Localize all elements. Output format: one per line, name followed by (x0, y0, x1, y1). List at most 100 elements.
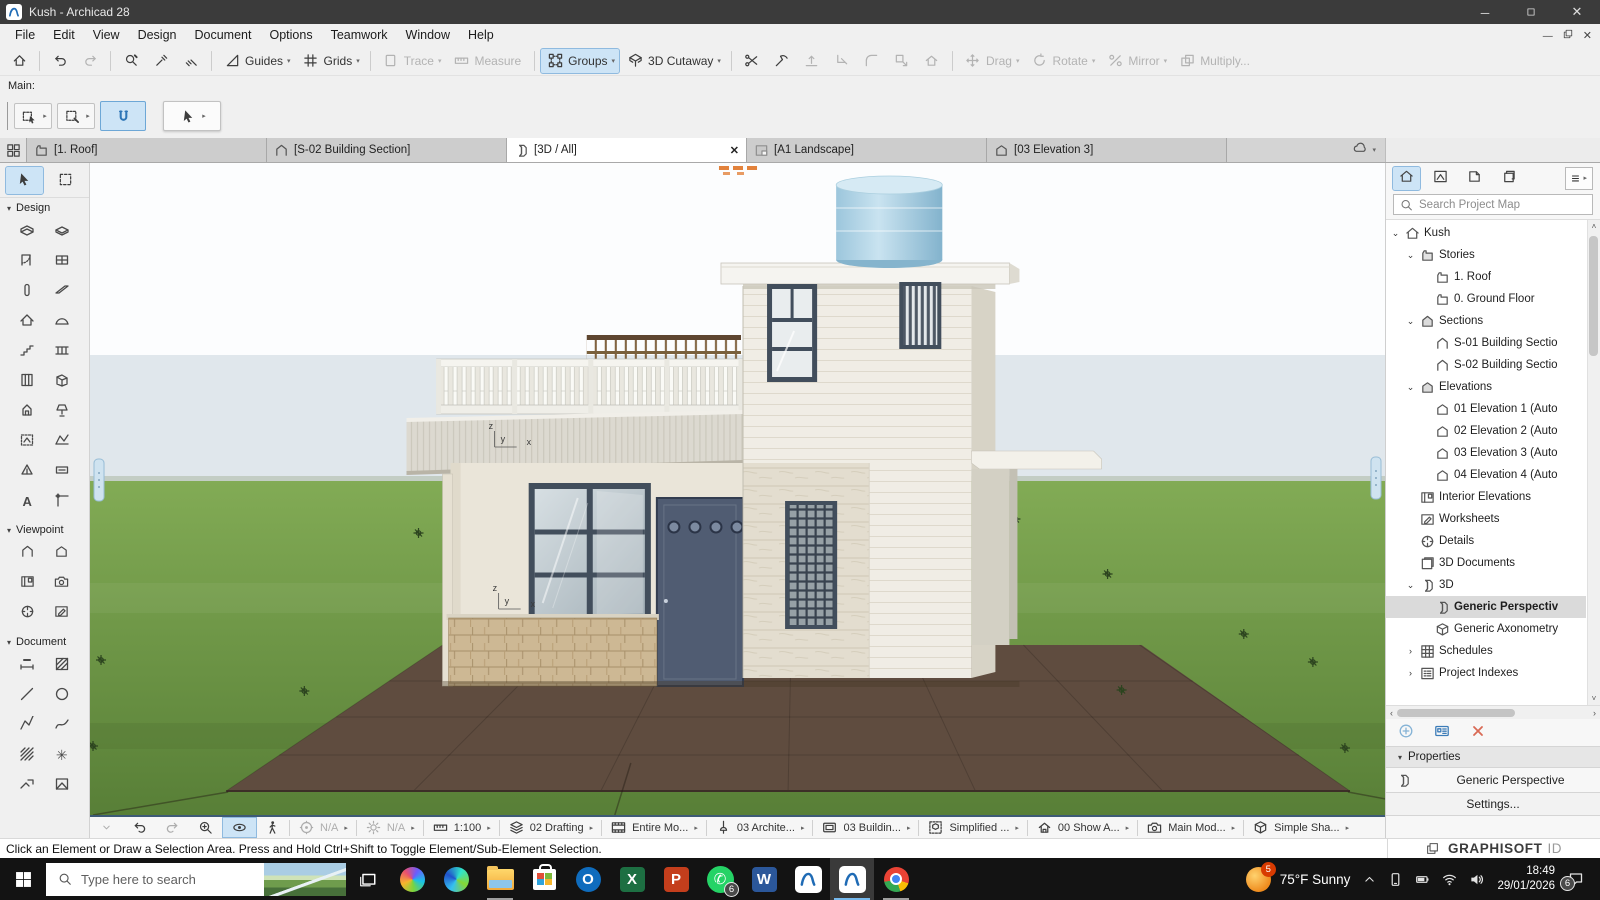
navigator-action-button[interactable] (1434, 723, 1450, 742)
tree-item[interactable]: ⌄ 3D (1386, 574, 1586, 596)
tray-icon[interactable] (1388, 872, 1403, 887)
tray-icon[interactable] (1363, 873, 1376, 886)
toolbox-section-design[interactable]: ▾Design (0, 198, 89, 218)
taskbar-app[interactable] (390, 858, 434, 900)
toolbar-item[interactable]: ▾ (46, 49, 74, 73)
design-tool-button[interactable] (14, 370, 40, 392)
toolbar-item[interactable]: ▾ (211, 51, 212, 71)
document-tool-button[interactable] (14, 654, 40, 676)
main-tool-button[interactable]: ▸ (163, 101, 221, 131)
view-tab[interactable]: [3D / All] ✕ (507, 138, 747, 162)
tree-item[interactable]: S-02 Building Sectio (1386, 354, 1586, 376)
view-tab[interactable]: [03 Elevation 3] ✕ (987, 138, 1227, 162)
taskbar-app[interactable]: X (610, 858, 654, 900)
toolbar-item[interactable]: ▾ (798, 49, 826, 73)
tree-item[interactable]: 1. Roof (1386, 266, 1586, 288)
quick-option[interactable]: ▸ (156, 817, 189, 838)
toolbar-item[interactable]: ▾ (952, 51, 953, 71)
document-tool-button[interactable] (49, 774, 75, 796)
toolbar-item[interactable]: Measure ▾ (447, 49, 528, 73)
toolbar-drag-handle[interactable] (7, 102, 8, 130)
select-tool-button[interactable] (48, 167, 85, 194)
viewpoint-tool-button[interactable] (14, 572, 40, 594)
navigator-map-button[interactable] (1427, 167, 1454, 190)
tree-item[interactable]: ⌄ Stories (1386, 244, 1586, 266)
toolbar-item[interactable]: Guides ▾ (218, 49, 295, 73)
toolbar-item[interactable]: Grids ▾ (297, 49, 364, 73)
toolbar-item[interactable]: ▾ (117, 49, 145, 73)
design-tool-button[interactable] (49, 490, 75, 512)
main-tool-button[interactable]: ▸ (57, 103, 95, 129)
toolbar-item[interactable]: ▾ (177, 49, 205, 73)
taskbar-app[interactable] (346, 858, 390, 900)
taskbar-search-input[interactable]: Type here to search (46, 863, 346, 896)
quick-option[interactable]: N/A ▸ (290, 817, 356, 838)
tree-item[interactable]: 04 Elevation 4 (Auto (1386, 464, 1586, 486)
design-tool-button[interactable] (14, 430, 40, 452)
toolbar-item[interactable]: ▾ (39, 51, 40, 71)
design-tool-button[interactable] (49, 430, 75, 452)
navigator-action-button[interactable] (1470, 723, 1486, 742)
document-tool-button[interactable]: ✳ (49, 744, 75, 766)
toolbox-section-document[interactable]: ▾Document (0, 632, 89, 652)
tree-item[interactable]: 01 Elevation 1 (Auto (1386, 398, 1586, 420)
tree-item[interactable]: Worksheets (1386, 508, 1586, 530)
tree-expander-icon[interactable]: ⌄ (1405, 580, 1416, 591)
document-tool-button[interactable] (14, 774, 40, 796)
document-tool-button[interactable] (49, 684, 75, 706)
design-tool-button[interactable] (14, 400, 40, 422)
menu-item[interactable]: Design (129, 28, 186, 42)
tree-expander-icon[interactable]: ⌄ (1405, 316, 1416, 327)
navigator-menu-button[interactable]: ≡▸ (1565, 167, 1593, 190)
document-tool-button[interactable] (14, 744, 40, 766)
design-tool-button[interactable] (14, 310, 40, 332)
tray-icon[interactable] (1469, 872, 1484, 887)
toolbar-item[interactable]: ▾ (76, 49, 104, 73)
quick-option[interactable]: 00 Show A... ▸ (1028, 817, 1137, 838)
window-control-button[interactable]: ✕ (1554, 0, 1600, 24)
graphisoft-id-button[interactable]: GRAPHISOFT ID (1387, 839, 1600, 858)
toolbar-item[interactable]: ▾ (370, 51, 371, 71)
design-tool-button[interactable] (14, 220, 40, 242)
notification-center-button[interactable]: 6 (1568, 871, 1588, 887)
main-tool-button[interactable]: ▸ (100, 101, 146, 131)
select-tool-button[interactable] (6, 167, 43, 194)
view-tab[interactable]: [A1 Landscape] ✕ (747, 138, 987, 162)
taskbar-app[interactable]: P (654, 858, 698, 900)
viewpoint-tool-button[interactable] (14, 602, 40, 624)
design-tool-button[interactable] (14, 280, 40, 302)
tree-item[interactable]: 0. Ground Floor (1386, 288, 1586, 310)
quick-option[interactable]: 03 Archite... ▸ (707, 817, 813, 838)
document-tool-button[interactable] (49, 654, 75, 676)
quick-option[interactable]: ▸ (223, 818, 256, 837)
toolbar-item[interactable]: Trace ▾ (377, 49, 446, 73)
tree-item[interactable]: ⌄ Kush (1386, 222, 1586, 244)
tab-overview-icon[interactable] (0, 138, 27, 162)
quick-option[interactable]: ▸ (189, 817, 222, 838)
window-control-button[interactable]: ─ (1462, 0, 1508, 24)
quick-option[interactable]: ▸ (256, 817, 289, 838)
menu-item[interactable]: File (6, 28, 44, 42)
tree-item[interactable]: Generic Perspectiv (1386, 596, 1586, 618)
toolbar-item[interactable]: ▾ (147, 49, 175, 73)
toolbar-item[interactable]: ▾ (738, 49, 766, 73)
taskbar-app[interactable]: ✆ 6 (698, 858, 742, 900)
design-tool-button[interactable] (49, 340, 75, 362)
close-tab-icon[interactable]: ✕ (730, 144, 739, 157)
tree-item[interactable]: Interior Elevations (1386, 486, 1586, 508)
tree-expander-icon[interactable]: ⌄ (1405, 250, 1416, 261)
tree-item[interactable]: Details (1386, 530, 1586, 552)
tab-list-icon[interactable]: ▾ (1344, 138, 1385, 162)
design-tool-button[interactable] (49, 220, 75, 242)
toolbox-section-viewpoint[interactable]: ▾Viewpoint (0, 520, 89, 540)
properties-header[interactable]: ▾ Properties (1386, 746, 1600, 768)
quick-option[interactable]: 03 Buildin... ▸ (813, 817, 918, 838)
design-tool-button[interactable] (14, 460, 40, 482)
tray-icon[interactable] (1442, 872, 1457, 887)
quick-option[interactable]: Simple Sha... ▸ (1244, 817, 1357, 838)
taskbar-clock[interactable]: 18:49 29/01/2026 (1497, 864, 1555, 894)
toolbar-item[interactable]: ▾ (768, 49, 796, 73)
quick-option[interactable]: 1:100 ▸ (424, 817, 499, 838)
toolbar-item[interactable]: ▾ (828, 49, 856, 73)
settings-button[interactable]: Settings... (1386, 792, 1600, 816)
